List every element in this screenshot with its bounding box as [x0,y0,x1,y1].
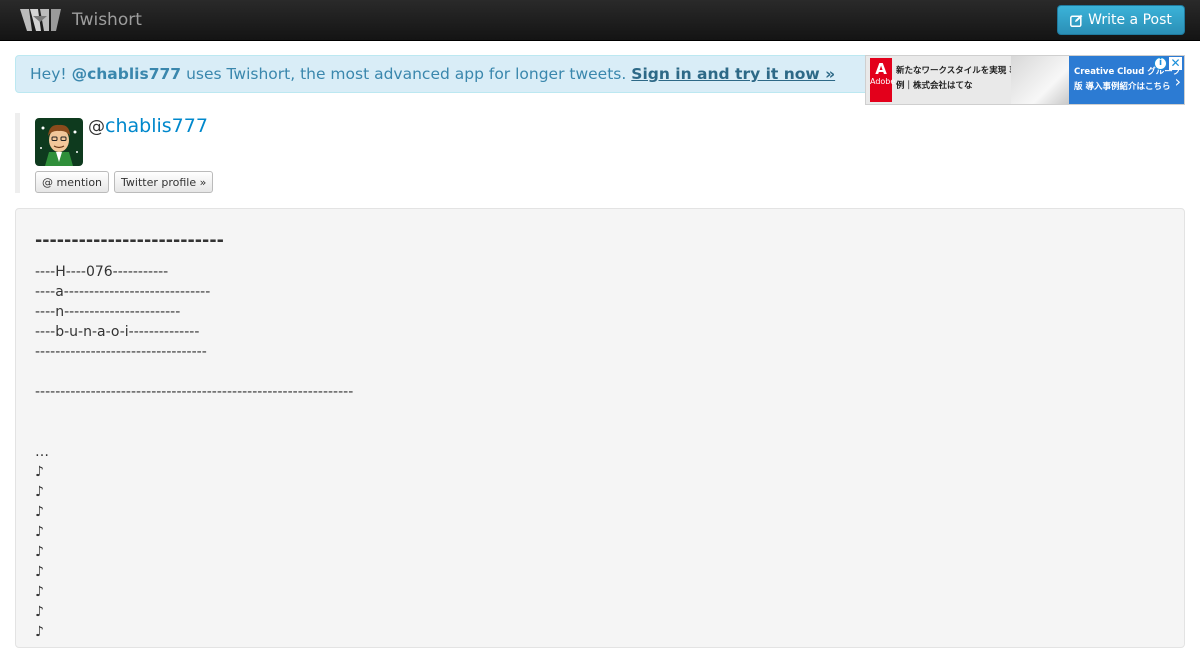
adobe-logo-icon: A Adobe [870,58,896,102]
signup-banner: Hey! @chablis777 uses Twishort, the most… [15,55,895,93]
post-line: ♪ [35,524,44,540]
post-line: ----b-u-n-a-o-i-------------- [35,324,200,340]
post-line: ----------------------------------------… [35,384,354,400]
ad-arrow-icon[interactable]: › [1175,74,1181,90]
signin-link[interactable]: Sign in and try it now » [631,65,835,83]
banner-message: uses Twishort, the most advanced app for… [186,65,627,83]
post-line: ♪ [35,544,44,560]
twitter-profile-button[interactable]: Twitter profile » [114,171,213,193]
post-line: ♪ [35,464,44,480]
post-title: -------------------------- [35,231,224,251]
ad-logo-text: Adobe [870,77,896,86]
write-post-label: Write a Post [1088,12,1172,28]
handle-at: @ [88,117,105,137]
ad-close-icon[interactable]: ✕ [1169,57,1182,70]
avatar[interactable] [35,118,83,166]
post-content: -------------------------- ----H----076-… [15,208,1185,648]
post-line: ---------------------------------- [35,344,207,360]
write-post-button[interactable]: Write a Post [1057,5,1185,35]
post-line: ----H----076----------- [35,264,169,280]
author-name-link[interactable]: chablis777 [105,115,208,137]
mention-button[interactable]: @ mention [35,171,109,193]
post-line: … [35,444,49,460]
author-handle: @chablis777 [88,115,208,137]
banner-greeting: Hey! [30,65,67,83]
twishort-logo-icon [20,9,61,31]
post-line: ----n----------------------- [35,304,181,320]
post-line: ♪ [35,484,44,500]
post-line: ♪ [35,624,44,640]
post-line: ----a----------------------------- [35,284,211,300]
post-line: ♪ [35,604,44,620]
post-line [35,362,353,382]
ad-banner[interactable]: A Adobe 新たなワークスタイルを実現 事例｜株式会社はてな Creativ… [865,55,1185,105]
post-line [35,402,353,422]
post-line [35,422,353,442]
post-line: ♪ [35,564,44,580]
edit-icon [1070,14,1083,27]
brand-link[interactable]: Twishort [18,5,142,35]
banner-username: @chablis777 [71,65,182,83]
post-body: ----H----076----------- ----a-----------… [35,262,353,642]
ad-left-text: 新たなワークスタイルを実現 事例｜株式会社はてな [896,66,1018,91]
top-navbar: Twishort Write a Post [0,0,1200,41]
author-profile: @chablis777 @ mention Twitter profile » [15,113,315,193]
brand-name: Twishort [72,10,142,30]
post-line: ♪ [35,504,44,520]
post-line: ♪ [35,584,44,600]
ad-choices-icon[interactable]: i [1154,57,1167,70]
